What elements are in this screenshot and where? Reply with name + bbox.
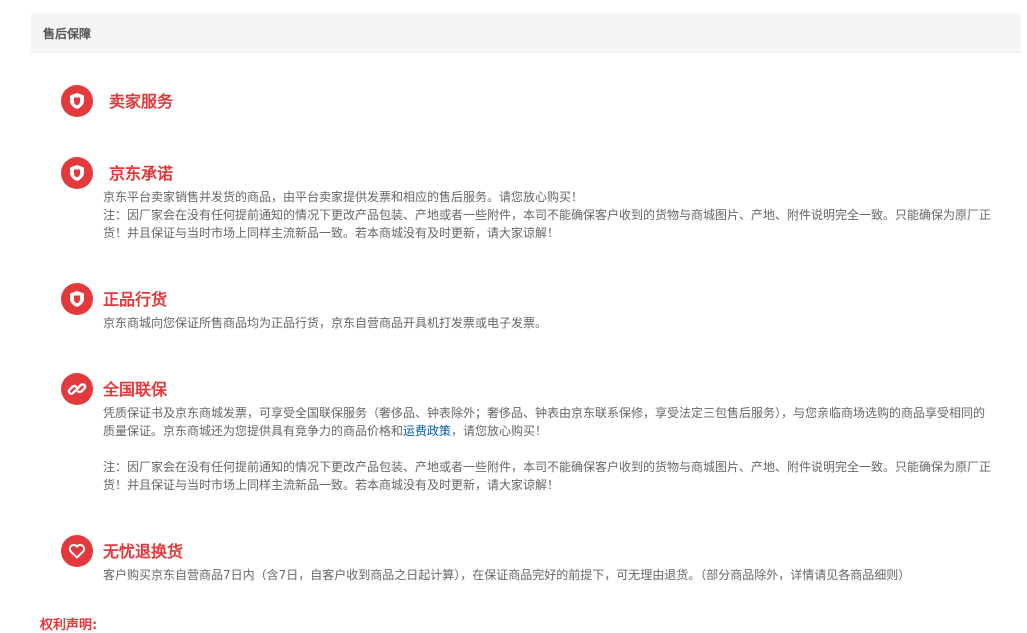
section-title-genuine-goods: 正品行货 — [103, 290, 168, 309]
shield-icon — [61, 85, 93, 117]
shipping-policy-link[interactable]: 运费政策 — [403, 424, 451, 438]
desc-line: 京东商城向您保证所售商品均为正品行货，京东自营商品开具机打发票或电子发票。 — [103, 316, 548, 330]
desc-line: 京东平台卖家销售并发货的商品，由平台卖家提供发票和相应的售后服务。请您放心购买！ — [103, 190, 584, 204]
shield-icon — [61, 283, 93, 315]
desc-line: 凭质保证书及京东商城发票，可享受全国联保服务（奢侈品、钟表除外；奢侈品、钟表由京… — [103, 406, 986, 420]
page-title: 售后保障 — [43, 27, 92, 41]
rights-statement-label: 权利声明: — [40, 618, 98, 633]
section-title-seller-service: 卖家服务 — [109, 92, 174, 111]
desc-text: ，请您放心购买！ — [451, 424, 548, 438]
desc-line: 客户购买京东自营商品7日内（含7日，自客户收到商品之日起计算），在保证商品完好的… — [103, 568, 911, 582]
section-desc-national-warranty: 凭质保证书及京东商城发票，可享受全国联保服务（奢侈品、钟表除外；奢侈品、钟表由京… — [103, 404, 1003, 494]
link-icon — [61, 373, 93, 405]
section-title-hassle-free-return: 无忧退换货 — [103, 542, 184, 561]
desc-text: 质量保证。京东商城还为您提供具有竞争力的商品价格和 — [103, 424, 404, 438]
section-desc-genuine-goods: 京东商城向您保证所售商品均为正品行货，京东自营商品开具机打发票或电子发票。 — [103, 314, 1003, 332]
shield-icon — [61, 157, 93, 189]
heart-icon — [61, 535, 93, 567]
after-sales-header: 售后保障 — [31, 13, 1021, 53]
section-title-jd-promise: 京东承诺 — [109, 164, 174, 183]
section-desc-jd-promise: 京东平台卖家销售并发货的商品，由平台卖家提供发票和相应的售后服务。请您放心购买！… — [103, 188, 1003, 242]
section-desc-hassle-free-return: 客户购买京东自营商品7日内（含7日，自客户收到商品之日起计算），在保证商品完好的… — [103, 566, 1003, 584]
desc-line: 货！并且保证与当时市场上同样主流新品一致。若本商城没有及时更新，请大家谅解！ — [103, 478, 560, 492]
desc-line: 注：因厂家会在没有任何提前通知的情况下更改产品包装、产地或者一些附件，本司不能确… — [103, 208, 992, 222]
desc-line: 货！并且保证与当时市场上同样主流新品一致。若本商城没有及时更新，请大家谅解！ — [103, 226, 560, 240]
section-title-national-warranty: 全国联保 — [103, 380, 168, 399]
desc-line: 注：因厂家会在没有任何提前通知的情况下更改产品包装、产地或者一些附件，本司不能确… — [103, 460, 992, 474]
desc-line: 质量保证。京东商城还为您提供具有竞争力的商品价格和运费政策，请您放心购买！ — [103, 422, 1003, 440]
